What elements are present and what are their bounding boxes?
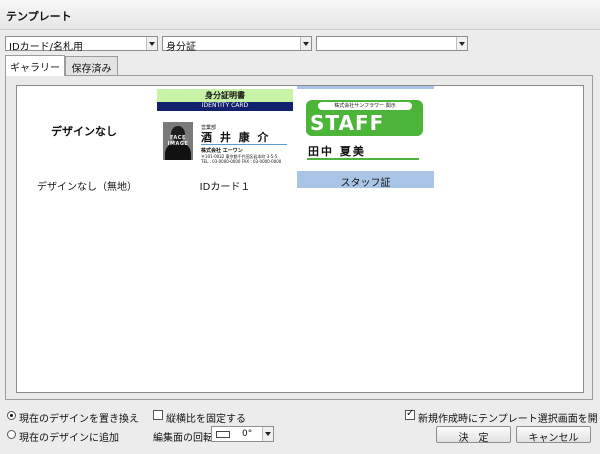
id-card-subheader: IDENTITY CARD <box>157 102 293 111</box>
no-design-preview[interactable]: デザインなし <box>51 123 117 139</box>
rotation-select[interactable]: 0° <box>211 426 274 442</box>
id-card-subheader-text: IDENTITY CARD <box>201 102 249 109</box>
subcategory-value: 身分証 <box>166 42 196 53</box>
cancel-button-label: キャンセル <box>528 433 579 444</box>
cancel-button[interactable]: キャンセル <box>516 426 591 444</box>
subcategory-select[interactable]: 身分証 <box>162 36 312 53</box>
staff-company: 株式会社サンフラワー 関示 <box>334 103 396 109</box>
template-caption-staff-label: スタッフ証 <box>340 178 391 189</box>
id-card-header-text: 身分証明書 <box>205 91 245 100</box>
template-caption-no-design[interactable]: デザインなし（無地） <box>27 178 147 193</box>
gallery-panel: デザインなし デザインなし（無地） 身分証明書 IDENTITY CARD FA… <box>5 75 593 400</box>
ok-button-label: 決 定 <box>458 433 489 444</box>
chevron-down-icon[interactable] <box>262 427 273 441</box>
template-caption-staff[interactable]: スタッフ証 <box>297 171 434 189</box>
staff-company-pill: 株式会社サンフラワー 関示 <box>318 102 412 110</box>
id-card-company: 株式会社 エーワン <box>201 148 243 154</box>
id-photo: FACE IMAGE <box>163 122 193 160</box>
window-title: テンプレート <box>6 10 72 23</box>
template-gallery[interactable]: デザインなし デザインなし（無地） 身分証明書 IDENTITY CARD FA… <box>16 85 584 393</box>
staff-underline <box>307 158 419 160</box>
tab-gallery[interactable]: ギャラリー <box>5 55 65 76</box>
lock-ratio-label[interactable]: 縦横比を固定する <box>166 410 246 425</box>
id-card-header: 身分証明書 <box>157 89 293 102</box>
selection-top-band <box>297 86 434 89</box>
id-card-name: 酒 井 康 介 <box>201 131 271 144</box>
template-thumbnail-staff[interactable]: 株式会社サンフラワー 関示 STAFF 田中 夏美 <box>297 86 434 171</box>
rotation-label: 編集面の回転 <box>153 433 213 444</box>
append-label[interactable]: 現在のデザインに追加 <box>19 429 119 444</box>
photo-stamp: FACE IMAGE <box>167 135 189 147</box>
id-card-tel: TEL : 03-0000-0000 FAX : 03-0000-0000 <box>201 159 282 164</box>
open-on-new-checkbox[interactable] <box>405 408 415 420</box>
staff-green-panel: 株式会社サンフラワー 関示 STAFF <box>306 100 423 136</box>
ok-button[interactable]: 決 定 <box>436 426 511 444</box>
staff-name: 田中 夏美 <box>308 145 366 158</box>
template-caption-id-card[interactable]: IDカード１ <box>157 178 293 193</box>
lock-ratio-checkbox[interactable] <box>153 410 163 420</box>
replace-label[interactable]: 現在のデザインを置き換え <box>19 410 139 425</box>
chevron-down-icon[interactable] <box>300 37 311 50</box>
category-select[interactable]: IDカード/名札用 <box>5 36 158 53</box>
chevron-down-icon[interactable] <box>146 37 157 50</box>
replace-radio[interactable] <box>7 411 16 420</box>
template-thumbnail-id-card[interactable]: 身分証明書 IDENTITY CARD FACE IMAGE 営業部 酒 井 康… <box>157 89 293 169</box>
open-on-new-label[interactable]: 新規作成時にテンプレート選択画面を開く <box>418 410 600 425</box>
rotation-value: 0° <box>242 429 253 439</box>
landscape-page-icon <box>216 431 230 438</box>
staff-badge-text: STAFF <box>310 111 385 135</box>
title-bar: テンプレート <box>0 0 600 30</box>
category-value: IDカード/名札用 <box>9 42 84 53</box>
chevron-down-icon[interactable] <box>456 37 467 50</box>
id-card-divider <box>201 144 287 145</box>
tab-gallery-label: ギャラリー <box>10 63 60 74</box>
tab-saved-label: 保存済み <box>71 64 112 75</box>
tab-saved[interactable]: 保存済み <box>65 56 118 75</box>
third-select[interactable] <box>316 36 468 51</box>
append-radio[interactable] <box>7 430 16 439</box>
